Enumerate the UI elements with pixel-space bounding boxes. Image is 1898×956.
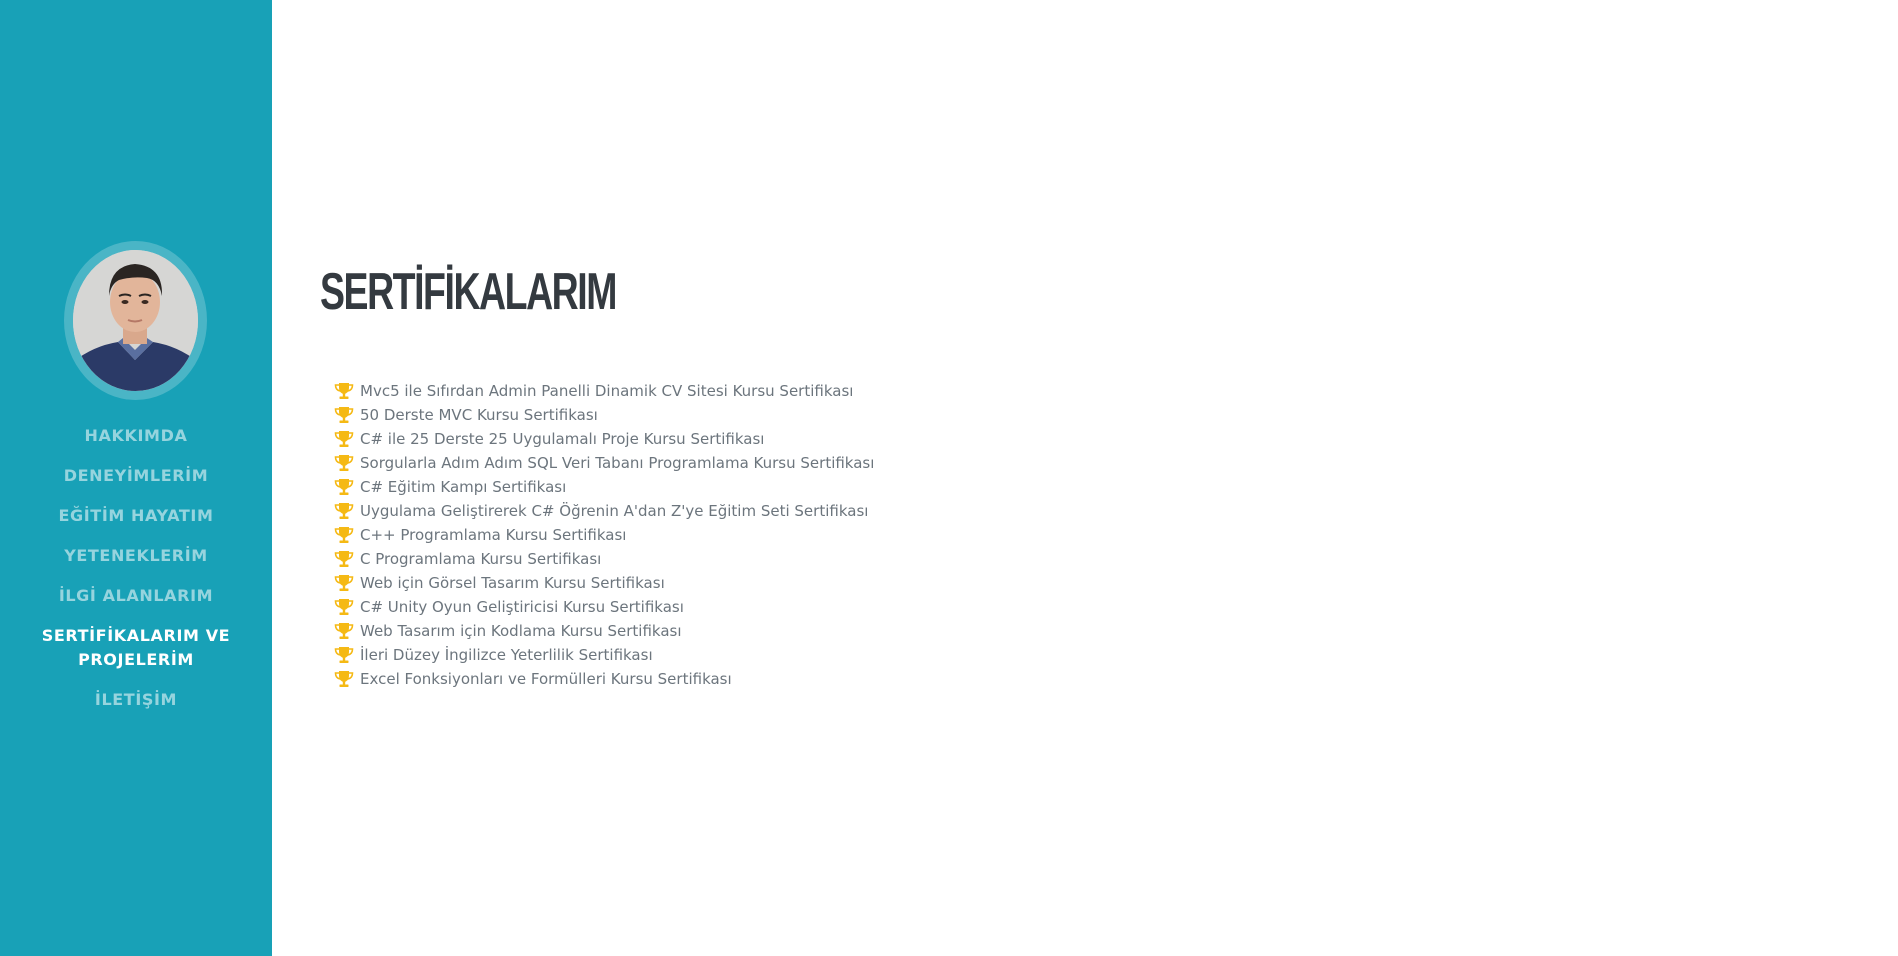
certificate-item: İleri Düzey İngilizce Yeterlilik Sertifi… xyxy=(334,643,874,667)
nav-item[interactable]: İLETİŞİM xyxy=(0,688,272,712)
certificate-item: C Programlama Kursu Sertifikası xyxy=(334,547,874,571)
certificate-item: 50 Derste MVC Kursu Sertifikası xyxy=(334,403,874,427)
trophy-icon xyxy=(334,407,354,423)
certificate-item: Excel Fonksiyonları ve Formülleri Kursu … xyxy=(334,667,874,691)
sidebar-nav: HAKKIMDA DENEYİMLERİM EĞİTİM HAYATIM YETENE… xyxy=(0,424,272,728)
trophy-icon xyxy=(334,647,354,663)
trophy-icon xyxy=(334,575,354,591)
trophy-icon xyxy=(334,383,354,399)
certificate-title: C# Unity Oyun Geliştiricisi Kursu Sertif… xyxy=(360,598,684,616)
sidebar: HAKKIMDA DENEYİMLERİM EĞİTİM HAYATIM YETENE… xyxy=(0,0,272,956)
main-content: SERTİFİKALARIM Mvc5 ile Sıfırdan Admin P… xyxy=(272,0,1898,956)
certificate-item: C# ile 25 Derste 25 Uygulamalı Proje Kur… xyxy=(334,427,874,451)
certificate-title: Mvc5 ile Sıfırdan Admin Panelli Dinamik … xyxy=(360,382,854,400)
trophy-icon xyxy=(334,527,354,543)
avatar-ring xyxy=(64,241,207,400)
trophy-icon xyxy=(334,623,354,639)
certificate-title: 50 Derste MVC Kursu Sertifikası xyxy=(360,406,598,424)
certificate-title: İleri Düzey İngilizce Yeterlilik Sertifi… xyxy=(360,646,653,664)
certificate-item: C# Unity Oyun Geliştiricisi Kursu Sertif… xyxy=(334,595,874,619)
certificate-title: C++ Programlama Kursu Sertifikası xyxy=(360,526,627,544)
certificate-item: Mvc5 ile Sıfırdan Admin Panelli Dinamik … xyxy=(334,379,874,403)
certificate-list: Mvc5 ile Sıfırdan Admin Panelli Dinamik … xyxy=(334,379,874,691)
avatar-photo xyxy=(73,250,198,391)
avatar[interactable] xyxy=(73,250,198,391)
certificate-title: Web Tasarım için Kodlama Kursu Sertifika… xyxy=(360,622,682,640)
nav-item[interactable]: SERTİFİKALARIM VE PROJELERİM xyxy=(0,624,272,672)
trophy-icon xyxy=(334,431,354,447)
trophy-icon xyxy=(334,671,354,687)
certificate-title: C Programlama Kursu Sertifikası xyxy=(360,550,602,568)
certificate-item: Sorgularla Adım Adım SQL Veri Tabanı Pro… xyxy=(334,451,874,475)
nav-item[interactable]: HAKKIMDA xyxy=(0,424,272,448)
certificate-item: Web Tasarım için Kodlama Kursu Sertifika… xyxy=(334,619,874,643)
certificate-item: Web için Görsel Tasarım Kursu Sertifikas… xyxy=(334,571,874,595)
certificate-title: Uygulama Geliştirerek C# Öğrenin A'dan Z… xyxy=(360,502,869,520)
certificate-title: Excel Fonksiyonları ve Formülleri Kursu … xyxy=(360,670,732,688)
nav-item[interactable]: EĞİTİM HAYATIM xyxy=(0,504,272,528)
nav-item[interactable]: DENEYİMLERİM xyxy=(0,464,272,488)
trophy-icon xyxy=(334,479,354,495)
certificate-title: Web için Görsel Tasarım Kursu Sertifikas… xyxy=(360,574,665,592)
trophy-icon xyxy=(334,599,354,615)
certificate-item: C++ Programlama Kursu Sertifikası xyxy=(334,523,874,547)
page-title: SERTİFİKALARIM xyxy=(320,263,617,321)
trophy-icon xyxy=(334,551,354,567)
certificate-title: Sorgularla Adım Adım SQL Veri Tabanı Pro… xyxy=(360,454,875,472)
trophy-icon xyxy=(334,503,354,519)
certificate-title: C# Eğitim Kampı Sertifikası xyxy=(360,478,567,496)
certificate-item: C# Eğitim Kampı Sertifikası xyxy=(334,475,874,499)
certificate-item: Uygulama Geliştirerek C# Öğrenin A'dan Z… xyxy=(334,499,874,523)
nav-item[interactable]: İLGİ ALANLARIM xyxy=(0,584,272,608)
nav-item[interactable]: YETENEKLERİM xyxy=(0,544,272,568)
certificate-title: C# ile 25 Derste 25 Uygulamalı Proje Kur… xyxy=(360,430,765,448)
trophy-icon xyxy=(334,455,354,471)
